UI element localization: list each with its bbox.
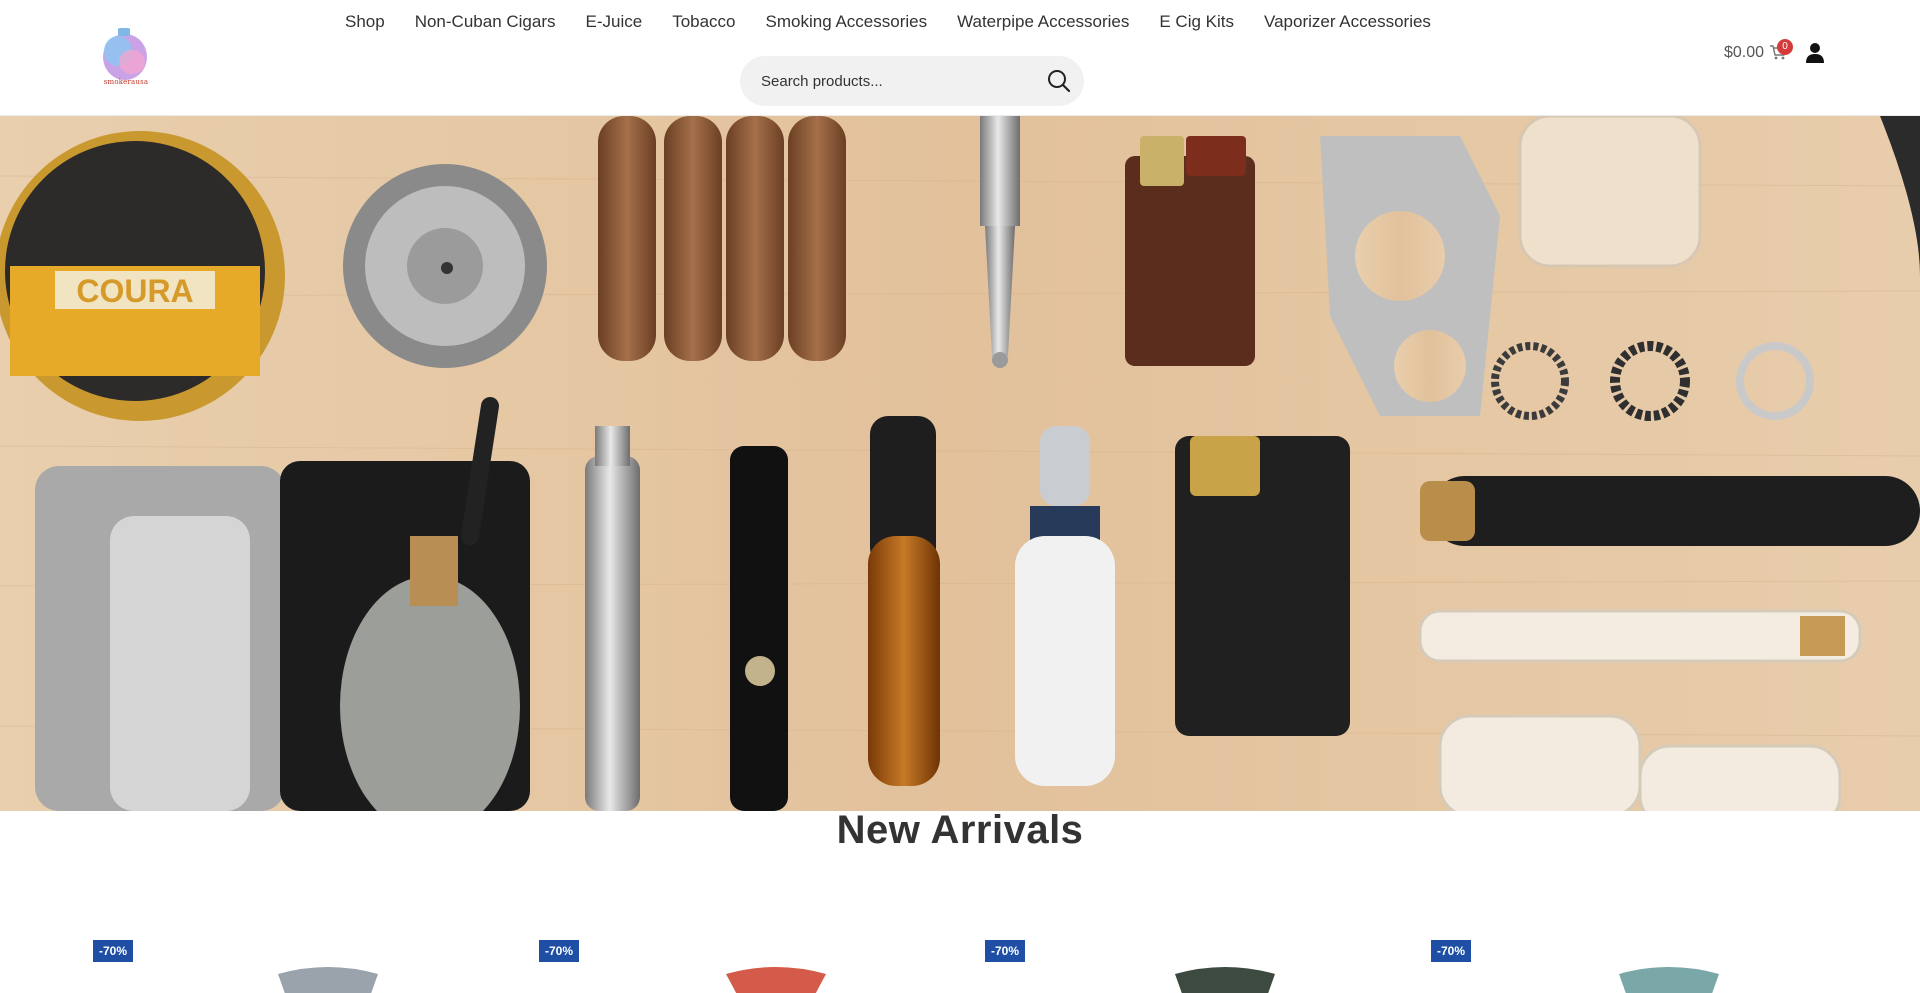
cart-amount: $0.00 — [1724, 44, 1765, 61]
nav-non-cuban-cigars[interactable]: Non-Cuban Cigars — [400, 10, 571, 34]
product-image — [278, 967, 378, 993]
sale-badge: -70% — [1431, 940, 1472, 962]
product-card[interactable]: -70% — [93, 940, 533, 993]
cart-count-badge: 0 — [1777, 39, 1793, 55]
site-header: smokerausa Shop Non-Cuban Cigars E-Juice… — [0, 0, 1920, 116]
search-bar — [740, 56, 1084, 106]
new-arrivals-title: New Arrivals — [836, 808, 1084, 852]
product-card[interactable]: -70% — [985, 940, 1425, 993]
nav-waterpipe-accessories[interactable]: Waterpipe Accessories — [942, 10, 1144, 34]
tin-label: COURA — [76, 273, 193, 309]
product-image — [726, 967, 826, 993]
hero-image: COURA — [0, 116, 1920, 811]
search-input[interactable] — [740, 56, 1030, 106]
nav-e-juice[interactable]: E-Juice — [571, 10, 658, 34]
nav-e-cig-kits[interactable]: E Cig Kits — [1144, 10, 1249, 34]
nav-shop[interactable]: Shop — [330, 10, 400, 34]
sale-badge: -70% — [985, 940, 1026, 962]
main-nav: Shop Non-Cuban Cigars E-Juice Tobacco Sm… — [330, 10, 1446, 34]
product-image — [1175, 967, 1275, 993]
product-card[interactable]: -70% — [539, 940, 979, 993]
logo-icon — [103, 28, 147, 80]
hero-banner: COURA — [0, 116, 1920, 811]
product-card[interactable]: -70% — [1431, 940, 1871, 993]
nav-tobacco[interactable]: Tobacco — [657, 10, 750, 34]
sale-badge: -70% — [539, 940, 580, 962]
user-icon[interactable] — [1805, 42, 1825, 64]
sale-badge: -70% — [93, 940, 134, 962]
site-logo[interactable]: smokerausa — [98, 26, 154, 90]
product-image — [1619, 967, 1719, 993]
nav-smoking-accessories[interactable]: Smoking Accessories — [751, 10, 943, 34]
search-icon[interactable] — [1046, 68, 1072, 94]
logo-text: smokerausa — [103, 78, 149, 86]
nav-vaporizer-accessories[interactable]: Vaporizer Accessories — [1249, 10, 1446, 34]
